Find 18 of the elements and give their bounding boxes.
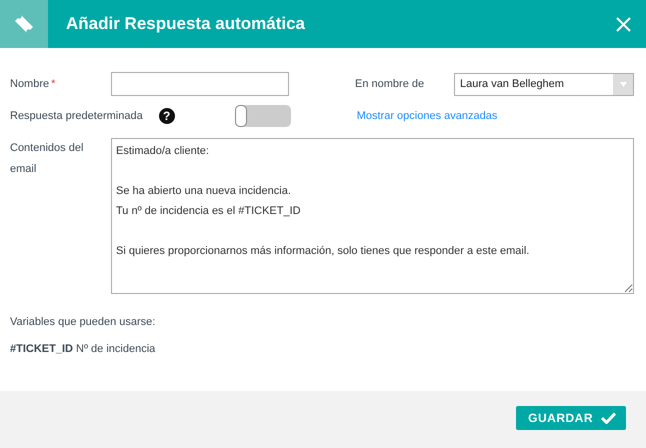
required-mark: *	[51, 78, 56, 90]
name-field[interactable]	[111, 72, 289, 96]
variable-description: #TICKET_ID Nº de incidencia	[10, 343, 156, 355]
email-content-field[interactable]: Estimado/a cliente: Se ha abierto una nueva incidencia. Tu nº de incidencia es el #TICKET_ID Si quieres proporcionarnos más información, solo tienes que responder a este email.	[111, 138, 634, 294]
caret-icon	[620, 82, 626, 86]
help-icon: ?	[158, 108, 175, 124]
ticket-icon	[14, 14, 34, 34]
toggle-switch[interactable]	[234, 105, 291, 127]
variables-heading: Variables que pueden usarse:	[10, 316, 156, 328]
field-label: En nombre de	[355, 78, 426, 90]
check-icon	[601, 412, 616, 424]
field-label: Respuesta predeterminada	[10, 110, 143, 122]
sender-dropdown[interactable]: Laura van Belleghem	[454, 72, 634, 96]
close-button[interactable]	[616, 16, 631, 32]
close-icon	[616, 16, 631, 32]
field-label: Nombre	[10, 78, 50, 90]
dialog-title: Añadir Respuesta automática	[66, 14, 306, 34]
field-label: Contenidos del email	[10, 141, 84, 177]
